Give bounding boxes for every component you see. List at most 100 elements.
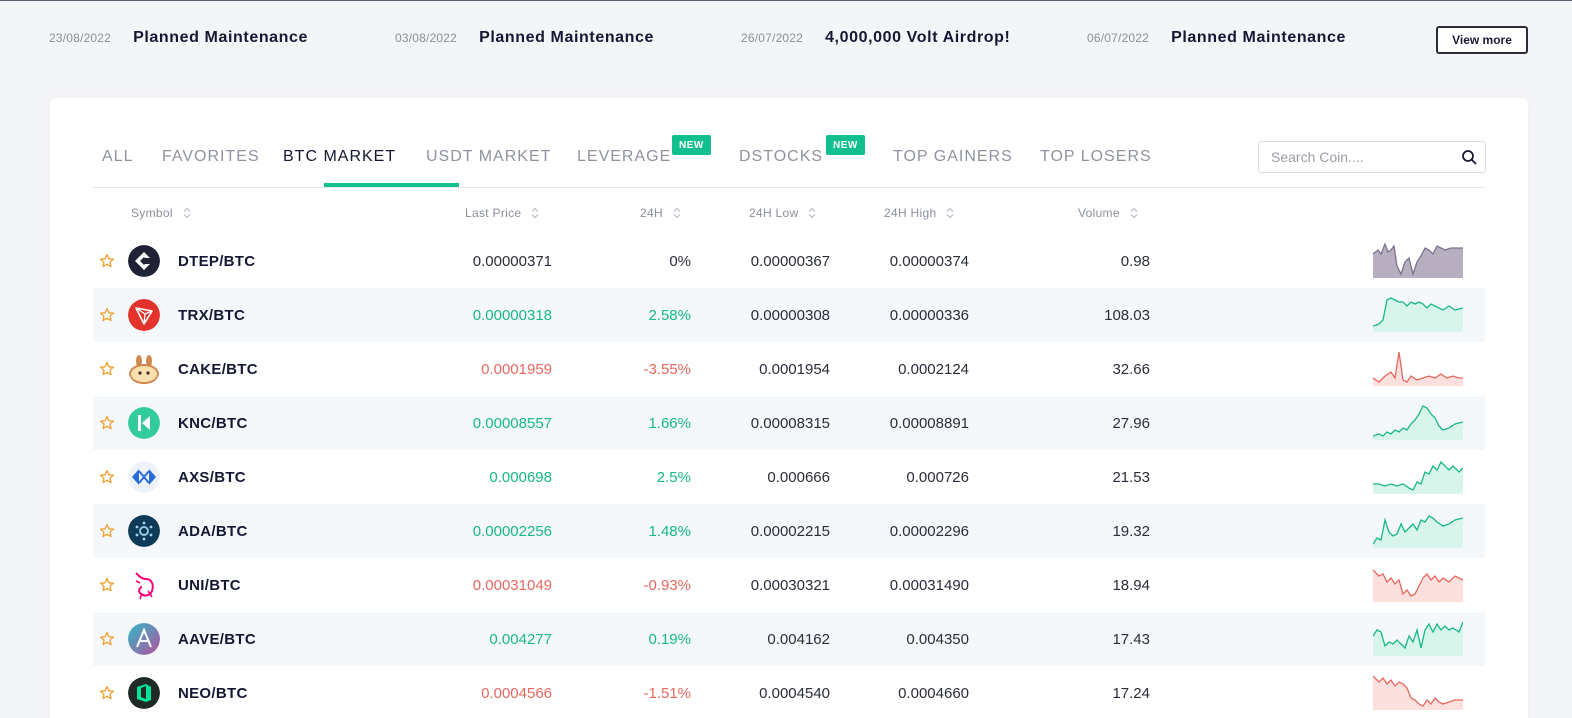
low-24h: 0.00000308 [750, 306, 830, 324]
announcement-date: 26/07/2022 [741, 31, 804, 45]
sparkline-chart [1373, 460, 1463, 494]
announcement-item[interactable]: 26/07/2022 4,000,000 Volt Airdrop! [741, 26, 1010, 50]
tab-label: LEVERAGE [577, 148, 672, 165]
star-icon[interactable] [99, 342, 115, 396]
sparkline-chart [1373, 242, 1463, 278]
change-24h: -0.93% [643, 576, 691, 594]
tab-label: TOP LOSERS [1040, 148, 1152, 165]
star-icon[interactable] [99, 450, 115, 504]
tab-top-gainers[interactable]: TOP GAINERS [893, 144, 1013, 188]
table-row[interactable]: UNI/BTC 0.00031049 -0.93% 0.00030321 0.0… [93, 558, 1485, 612]
star-icon[interactable] [99, 234, 115, 288]
last-price: 0.00031049 [472, 576, 552, 594]
new-badge: NEW [672, 135, 711, 155]
sparkline-chart [1373, 297, 1463, 332]
star-icon[interactable] [99, 396, 115, 450]
volume: 32.66 [1112, 360, 1150, 378]
announcement-date: 06/07/2022 [1087, 31, 1150, 45]
tab-label: FAVORITES [162, 148, 260, 165]
header-symbol[interactable]: Symbol [131, 206, 191, 220]
header-volume[interactable]: Volume [1078, 206, 1138, 220]
sort-icon [947, 207, 954, 219]
table-row[interactable]: AXS/BTC 0.000698 2.5% 0.000666 0.000726 … [93, 450, 1485, 504]
change-24h: 1.66% [648, 414, 691, 432]
coin-symbol: ADA/BTC [178, 522, 248, 540]
star-icon[interactable] [99, 558, 115, 612]
tab-all[interactable]: ALL [102, 144, 133, 188]
announcement-title[interactable]: Planned Maintenance [479, 29, 654, 47]
tab-favorites[interactable]: FAVORITES [162, 144, 260, 188]
announcement-date: 23/08/2022 [49, 31, 112, 45]
low-24h: 0.00008315 [750, 414, 830, 432]
header-24h-low[interactable]: 24H Low [749, 206, 816, 220]
change-24h: 0% [669, 252, 691, 270]
table-row[interactable]: TRX/BTC 0.00000318 2.58% 0.00000308 0.00… [93, 288, 1485, 342]
announcement-title[interactable]: Planned Maintenance [133, 29, 308, 47]
tab-leverage[interactable]: LEVERAGE [577, 144, 671, 188]
tab-label: ALL [102, 148, 134, 165]
search-input[interactable] [1259, 143, 1449, 171]
announcement-item[interactable]: 23/08/2022 Planned Maintenance [49, 26, 308, 50]
announcement-item[interactable]: 06/07/2022 Planned Maintenance [1087, 26, 1346, 50]
active-tab-indicator [324, 183, 459, 187]
sort-icon [673, 207, 681, 219]
star-icon[interactable] [99, 612, 115, 666]
axs-icon [128, 461, 160, 493]
sort-icon [531, 207, 539, 219]
tab-dstocks[interactable]: DSTOCKS [739, 144, 823, 188]
low-24h: 0.0001954 [759, 360, 830, 378]
volume: 17.43 [1112, 630, 1150, 648]
header-last-price[interactable]: Last Price [465, 206, 539, 220]
tab-top-losers[interactable]: TOP LOSERS [1040, 144, 1152, 188]
header-24h-high[interactable]: 24H High [884, 206, 954, 220]
star-icon[interactable] [99, 504, 115, 558]
volume: 27.96 [1112, 414, 1150, 432]
search-icon[interactable] [1461, 149, 1477, 165]
volume: 0.98 [1120, 252, 1150, 270]
sparkline-chart [1373, 675, 1463, 710]
table-row[interactable]: CAKE/BTC 0.0001959 -3.55% 0.0001954 0.00… [93, 342, 1485, 396]
tab-label: USDT MARKET [426, 148, 552, 165]
uni-icon [128, 569, 160, 601]
announcement-bar: 23/08/2022 Planned Maintenance 03/08/202… [0, 0, 1572, 80]
last-price: 0.00000318 [472, 306, 552, 324]
high-24h: 0.00000374 [889, 252, 969, 270]
coin-symbol: NEO/BTC [178, 684, 248, 702]
announcement-title[interactable]: 4,000,000 Volt Airdrop! [825, 29, 1010, 47]
high-24h: 0.0004660 [898, 684, 969, 702]
high-24h: 0.00002296 [889, 522, 969, 540]
neo-icon [128, 677, 160, 709]
table-row[interactable]: KNC/BTC 0.00008557 1.66% 0.00008315 0.00… [93, 396, 1485, 450]
last-price: 0.00008557 [472, 414, 552, 432]
view-more-button[interactable]: View more [1436, 26, 1528, 54]
header-24h[interactable]: 24H [640, 206, 681, 220]
change-24h: 1.48% [648, 522, 691, 540]
table-row[interactable]: DTEP/BTC 0.00000371 0% 0.00000367 0.0000… [93, 234, 1485, 288]
high-24h: 0.004350 [906, 630, 969, 648]
coin-symbol: AXS/BTC [178, 468, 246, 486]
market-card: ALL FAVORITES BTC MARKET USDT MARKET LEV… [50, 98, 1528, 718]
header-label: Volume [1078, 206, 1120, 220]
volume: 21.53 [1112, 468, 1150, 486]
coin-symbol: TRX/BTC [178, 306, 246, 324]
star-icon[interactable] [99, 288, 115, 342]
header-label: 24H High [884, 206, 937, 220]
high-24h: 0.00000336 [889, 306, 969, 324]
last-price: 0.0004566 [481, 684, 552, 702]
table-row[interactable]: NEO/BTC 0.0004566 -1.51% 0.0004540 0.000… [93, 666, 1485, 718]
sparkline-chart [1373, 405, 1463, 440]
header-label: 24H [640, 206, 663, 220]
high-24h: 0.000726 [906, 468, 969, 486]
announcement-item[interactable]: 03/08/2022 Planned Maintenance [395, 26, 654, 50]
star-icon[interactable] [99, 666, 115, 718]
volume: 17.24 [1112, 684, 1150, 702]
table-row[interactable]: AAVE/BTC 0.004277 0.19% 0.004162 0.00435… [93, 612, 1485, 666]
low-24h: 0.00002215 [750, 522, 830, 540]
cake-icon [129, 355, 159, 384]
tab-btc-market[interactable]: BTC MARKET [283, 144, 396, 188]
tab-usdt-market[interactable]: USDT MARKET [426, 144, 551, 188]
table-row[interactable]: ADA/BTC 0.00002256 1.48% 0.00002215 0.00… [93, 504, 1485, 558]
low-24h: 0.0004540 [759, 684, 830, 702]
announcement-title[interactable]: Planned Maintenance [1171, 29, 1346, 47]
volume: 18.94 [1112, 576, 1150, 594]
